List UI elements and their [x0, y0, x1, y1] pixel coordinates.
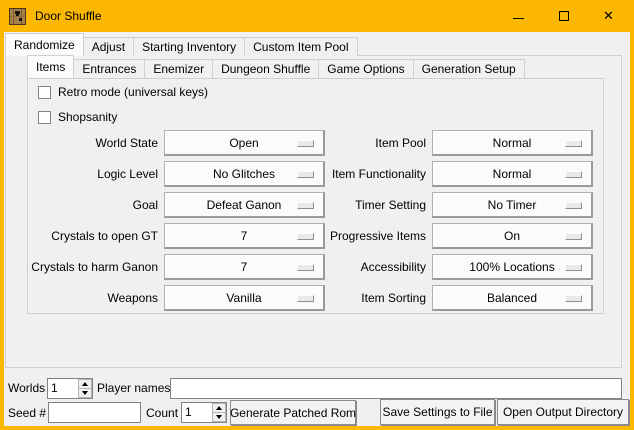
world-state-value: Open [229, 132, 258, 154]
menu-indicator-icon [565, 171, 582, 178]
spin-down-arrow-icon [216, 415, 222, 419]
menu-indicator-icon [565, 264, 582, 271]
tab-starting-inventory-label: Starting Inventory [142, 40, 236, 54]
retro-mode-checkbox[interactable] [38, 86, 51, 99]
timer-setting-value: No Timer [488, 194, 537, 216]
weapons-label: Weapons [20, 285, 158, 311]
item-functionality-value: Normal [493, 163, 532, 185]
tab-custom-item-pool[interactable]: Custom Item Pool [244, 37, 357, 56]
count-spinbox[interactable]: 1 [181, 402, 227, 423]
progressive-items-value: On [504, 225, 520, 247]
tab-entrances-label: Entrances [82, 62, 136, 76]
tab-adjust-label: Adjust [92, 40, 125, 54]
save-settings-button[interactable]: Save Settings to File [380, 399, 495, 425]
crystals-open-gt-value: 7 [241, 225, 248, 247]
count-value: 1 [185, 403, 192, 422]
tab-randomize-label: Randomize [14, 38, 75, 52]
item-sorting-label: Item Sorting [300, 285, 426, 311]
item-pool-value: Normal [493, 132, 532, 154]
item-pool-dropdown[interactable]: Normal [432, 130, 593, 156]
tab-starting-inventory[interactable]: Starting Inventory [133, 37, 245, 56]
spin-up-arrow-icon [82, 382, 88, 386]
close-icon: ✕ [603, 9, 614, 22]
accessibility-label: Accessibility [300, 254, 426, 280]
menu-indicator-icon [565, 233, 582, 240]
retro-mode-label: Retro mode (universal keys) [58, 84, 208, 101]
seed-label: Seed # [8, 403, 46, 424]
item-functionality-dropdown[interactable]: Normal [432, 161, 593, 187]
tab-enemizer[interactable]: Enemizer [144, 59, 213, 78]
accessibility-value: 100% Locations [469, 256, 554, 278]
item-pool-label: Item Pool [300, 130, 426, 156]
tab-dungeon-shuffle[interactable]: Dungeon Shuffle [212, 59, 319, 78]
worlds-spin-down-button[interactable] [78, 388, 92, 398]
worlds-value: 1 [51, 379, 58, 398]
menu-indicator-icon [565, 140, 582, 147]
timer-setting-label: Timer Setting [300, 192, 426, 218]
progressive-items-dropdown[interactable]: On [432, 223, 593, 249]
count-label: Count [146, 403, 178, 424]
player-names-input[interactable] [170, 378, 622, 399]
tab-items-label: Items [36, 60, 65, 74]
open-output-directory-button[interactable]: Open Output Directory [497, 399, 629, 425]
minimize-icon [513, 18, 524, 19]
shopsanity-checkbox[interactable] [38, 111, 51, 124]
seed-input[interactable] [48, 402, 141, 423]
crystals-harm-ganon-label: Crystals to harm Ganon [20, 254, 158, 280]
maximize-icon [559, 11, 569, 21]
item-functionality-label: Item Functionality [300, 161, 426, 187]
shopsanity-label: Shopsanity [58, 109, 117, 126]
tab-generation-setup[interactable]: Generation Setup [413, 59, 525, 78]
tab-enemizer-label: Enemizer [153, 62, 204, 76]
titlebar[interactable]: Door Shuffle ✕ [0, 0, 634, 32]
maximize-button[interactable] [541, 0, 586, 31]
tab-items[interactable]: Items [27, 55, 74, 78]
player-names-label: Player names [97, 378, 170, 399]
tab-randomize[interactable]: Randomize [5, 33, 84, 56]
window-title: Door Shuffle [35, 0, 102, 32]
menu-indicator-icon [565, 295, 582, 302]
item-sorting-dropdown[interactable]: Balanced [432, 285, 593, 311]
tab-adjust[interactable]: Adjust [83, 37, 134, 56]
generate-patched-rom-button[interactable]: Generate Patched Rom [230, 400, 356, 425]
menu-indicator-icon [565, 202, 582, 209]
weapons-value: Vanilla [226, 287, 261, 309]
crystals-harm-ganon-value: 7 [241, 256, 248, 278]
tab-dungeon-shuffle-label: Dungeon Shuffle [221, 62, 310, 76]
world-state-label: World State [20, 130, 158, 156]
worlds-label: Worlds [8, 378, 45, 399]
tab-generation-setup-label: Generation Setup [422, 62, 516, 76]
tab-custom-item-pool-label: Custom Item Pool [253, 40, 348, 54]
accessibility-dropdown[interactable]: 100% Locations [432, 254, 593, 280]
tab-game-options-label: Game Options [327, 62, 404, 76]
window: Door Shuffle ✕ Randomize Adjust Starting… [0, 0, 634, 430]
close-button[interactable]: ✕ [586, 0, 631, 31]
tab-game-options[interactable]: Game Options [318, 59, 413, 78]
crystals-open-gt-label: Crystals to open GT [20, 223, 158, 249]
spin-down-arrow-icon [82, 391, 88, 395]
count-spin-down-button[interactable] [212, 412, 226, 422]
door-icon [9, 8, 26, 25]
timer-setting-dropdown[interactable]: No Timer [432, 192, 593, 218]
progressive-items-label: Progressive Items [300, 223, 426, 249]
spin-up-arrow-icon [216, 406, 222, 410]
goal-label: Goal [20, 192, 158, 218]
item-sorting-value: Balanced [487, 287, 537, 309]
tab-entrances[interactable]: Entrances [73, 59, 145, 78]
logic-level-value: No Glitches [213, 163, 275, 185]
goal-value: Defeat Ganon [207, 194, 282, 216]
logic-level-label: Logic Level [20, 161, 158, 187]
minimize-button[interactable] [496, 0, 541, 31]
worlds-spinbox[interactable]: 1 [47, 378, 93, 399]
